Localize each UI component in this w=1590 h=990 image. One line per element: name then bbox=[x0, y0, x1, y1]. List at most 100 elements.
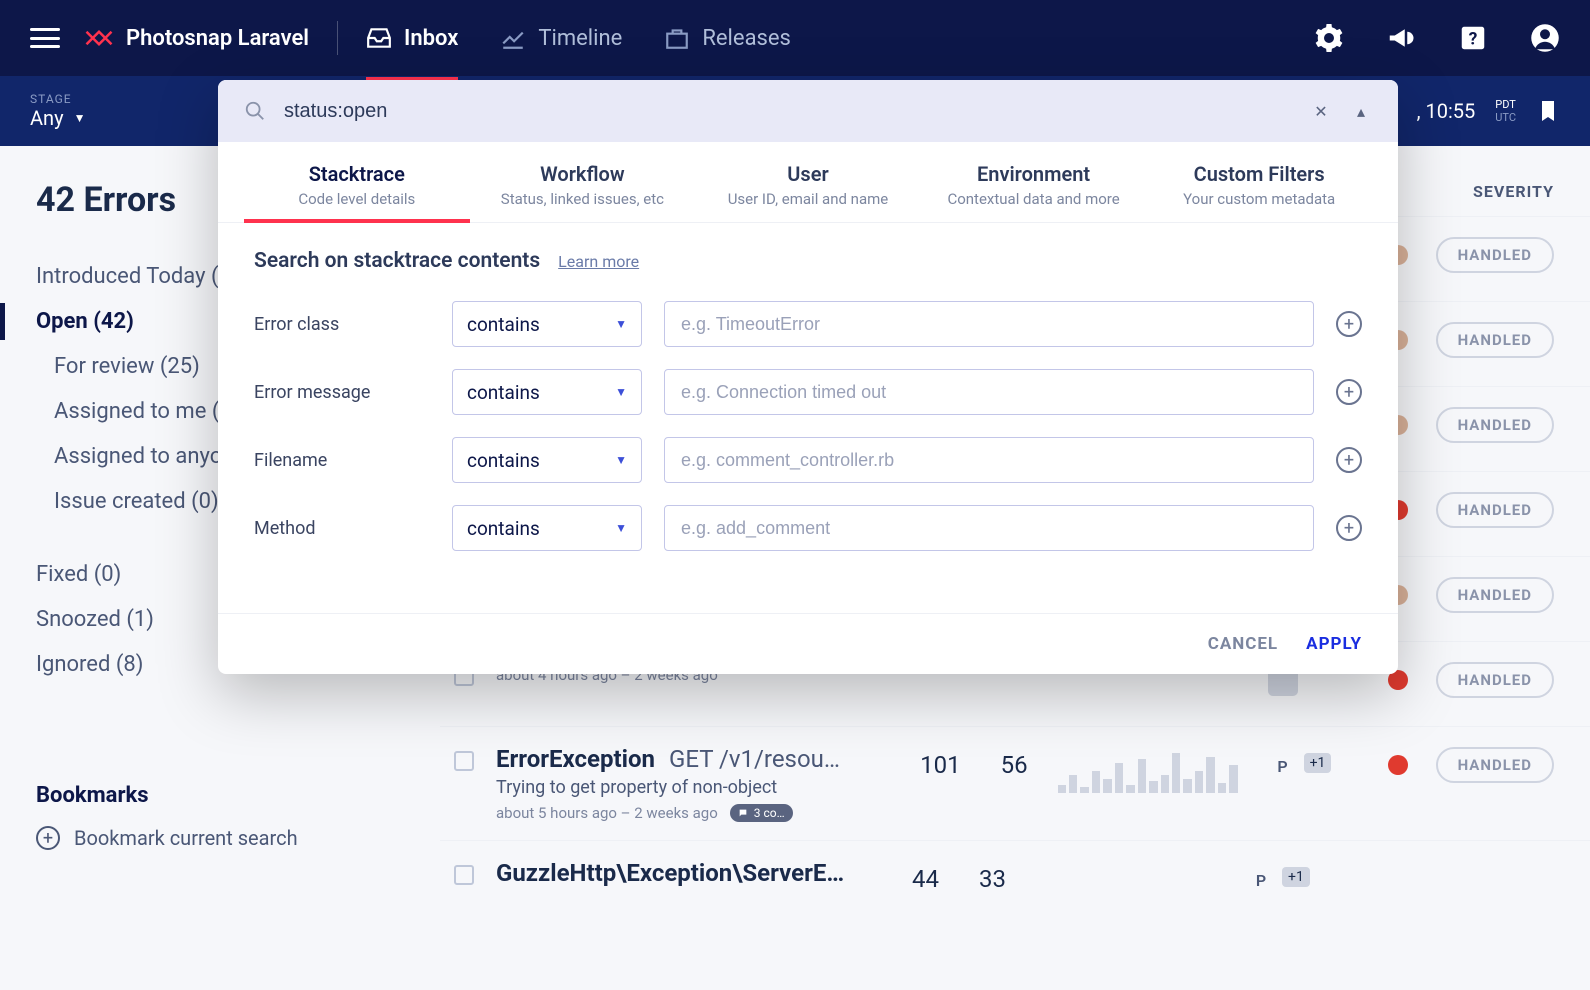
field-input[interactable] bbox=[664, 369, 1314, 415]
tab-title: Stacktrace bbox=[244, 162, 470, 186]
operator-select[interactable]: contains▼ bbox=[452, 505, 642, 551]
title-line: GuzzleHttp\Exception\ServerE… bbox=[496, 859, 882, 887]
handled-badge: HANDLED bbox=[1436, 577, 1554, 613]
tab-subtitle: User ID, email and name bbox=[695, 190, 921, 208]
form-row-filename: Filename contains▼ + bbox=[254, 437, 1362, 483]
row-checkbox[interactable] bbox=[454, 751, 474, 771]
handled-badge: HANDLED bbox=[1436, 492, 1554, 528]
nav-tab-releases[interactable]: Releases bbox=[664, 0, 791, 76]
modal-tabs: Stacktrace Code level detailsWorkflow St… bbox=[218, 142, 1398, 223]
modal-tab-workflow[interactable]: Workflow Status, linked issues, etc bbox=[470, 142, 696, 222]
field-input[interactable] bbox=[664, 301, 1314, 347]
comments-pill: 3 co… bbox=[730, 804, 793, 822]
form-row-method: Method contains▼ + bbox=[254, 505, 1362, 551]
operator-select[interactable]: contains▼ bbox=[452, 301, 642, 347]
tab-subtitle: Code level details bbox=[244, 190, 470, 208]
handled-badge: HANDLED bbox=[1436, 237, 1554, 273]
title-line: ErrorException GET /v1/resou… bbox=[496, 745, 890, 773]
handled-badge: HANDLED bbox=[1436, 322, 1554, 358]
stage-value: Any▼ bbox=[30, 106, 85, 130]
assignee-avatar: P bbox=[1268, 751, 1298, 781]
brand-logo-icon bbox=[84, 23, 114, 53]
nav-tab-timeline[interactable]: Timeline bbox=[500, 0, 622, 76]
operator-select[interactable]: contains▼ bbox=[452, 369, 642, 415]
modal-tab-user[interactable]: User User ID, email and name bbox=[695, 142, 921, 222]
top-navbar: Photosnap Laravel Inbox Timeline Release… bbox=[0, 0, 1590, 76]
tab-title: Custom Filters bbox=[1146, 162, 1372, 186]
add-condition-button[interactable]: + bbox=[1336, 311, 1362, 337]
svg-text:?: ? bbox=[1469, 29, 1478, 49]
tab-title: Workflow bbox=[470, 162, 696, 186]
search-filters-modal: ✕ ▴ Stacktrace Code level detailsWorkflo… bbox=[218, 80, 1398, 674]
modal-tab-environment[interactable]: Environment Contextual data and more bbox=[921, 142, 1147, 222]
row-checkbox[interactable] bbox=[454, 865, 474, 885]
field-label: Error message bbox=[254, 382, 430, 403]
settings-icon[interactable] bbox=[1314, 23, 1344, 53]
search-icon bbox=[244, 100, 266, 122]
bookmarks-heading: Bookmarks bbox=[36, 783, 404, 808]
tab-subtitle: Your custom metadata bbox=[1146, 190, 1372, 208]
add-condition-button[interactable]: + bbox=[1336, 515, 1362, 541]
megaphone-icon[interactable] bbox=[1386, 23, 1416, 53]
tab-title: User bbox=[695, 162, 921, 186]
nav-tabs: Inbox Timeline Releases bbox=[366, 0, 791, 76]
field-input[interactable] bbox=[664, 505, 1314, 551]
inbox-icon bbox=[366, 25, 392, 51]
counts: 10156 bbox=[920, 751, 1027, 779]
search-bar: ✕ ▴ bbox=[218, 80, 1398, 142]
error-row[interactable]: GuzzleHttp\Exception\ServerE… 4433 P+1 bbox=[440, 840, 1590, 925]
stage-selector[interactable]: STAGE Any▼ bbox=[30, 92, 85, 130]
tab-subtitle: Status, linked issues, etc bbox=[470, 190, 696, 208]
field-label: Method bbox=[254, 518, 430, 539]
handled-badge: HANDLED bbox=[1436, 662, 1554, 698]
tab-subtitle: Contextual data and more bbox=[921, 190, 1147, 208]
more-assignees: +1 bbox=[1304, 753, 1332, 773]
plus-circle-icon: + bbox=[36, 826, 60, 850]
account-icon[interactable] bbox=[1530, 23, 1560, 53]
nav-tab-inbox[interactable]: Inbox bbox=[366, 0, 458, 76]
add-condition-button[interactable]: + bbox=[1336, 379, 1362, 405]
modal-tab-stacktrace[interactable]: Stacktrace Code level details bbox=[244, 142, 470, 222]
nav-tab-label: Timeline bbox=[538, 26, 622, 51]
row-detail: ErrorException GET /v1/resou… Trying to … bbox=[496, 745, 910, 822]
counts: 4433 bbox=[912, 865, 1006, 893]
collapse-button[interactable]: ▴ bbox=[1350, 100, 1372, 122]
brand-name[interactable]: Photosnap Laravel bbox=[126, 26, 309, 51]
add-condition-button[interactable]: + bbox=[1336, 447, 1362, 473]
severity-header: SEVERITY bbox=[1473, 182, 1554, 201]
error-class: ErrorException bbox=[496, 745, 655, 773]
form-rows: Error class contains▼ + Error message co… bbox=[254, 301, 1362, 551]
row-detail: GuzzleHttp\Exception\ServerE… bbox=[496, 859, 902, 893]
error-meta: about 5 hours ago – 2 weeks ago 3 co… bbox=[496, 804, 890, 822]
cancel-button[interactable]: CANCEL bbox=[1208, 634, 1278, 654]
assignee-cell: P +1 bbox=[1268, 745, 1348, 781]
stage-label: STAGE bbox=[30, 92, 85, 106]
menu-toggle[interactable] bbox=[30, 28, 60, 48]
nav-tab-label: Releases bbox=[702, 26, 791, 51]
body-head: Search on stacktrace contents Learn more bbox=[254, 249, 1362, 273]
assignee-cell: P+1 bbox=[1246, 859, 1326, 895]
nav-right: ? bbox=[1314, 23, 1560, 53]
bookmark-icon[interactable] bbox=[1536, 96, 1560, 126]
apply-button[interactable]: APPLY bbox=[1306, 634, 1362, 654]
field-label: Filename bbox=[254, 450, 430, 471]
modal-tab-custom-filters[interactable]: Custom Filters Your custom metadata bbox=[1146, 142, 1372, 222]
timezone-display: PDT UTC bbox=[1495, 98, 1516, 124]
form-row-error-class: Error class contains▼ + bbox=[254, 301, 1362, 347]
operator-select[interactable]: contains▼ bbox=[452, 437, 642, 483]
sparkline bbox=[1036, 863, 1216, 907]
timeline-icon bbox=[500, 25, 526, 51]
field-input[interactable] bbox=[664, 437, 1314, 483]
error-message: Trying to get property of non-object bbox=[496, 777, 890, 798]
bookmark-current-search[interactable]: + Bookmark current search bbox=[36, 826, 404, 850]
help-icon[interactable]: ? bbox=[1458, 23, 1488, 53]
search-input[interactable] bbox=[284, 100, 1292, 123]
learn-more-link[interactable]: Learn more bbox=[558, 252, 639, 271]
error-row[interactable]: ErrorException GET /v1/resou… Trying to … bbox=[440, 726, 1590, 840]
error-path: GET /v1/resou… bbox=[669, 745, 840, 773]
form-row-error-message: Error message contains▼ + bbox=[254, 369, 1362, 415]
assignee-avatar: P bbox=[1246, 865, 1276, 895]
clear-search-button[interactable]: ✕ bbox=[1310, 100, 1332, 122]
body-title: Search on stacktrace contents bbox=[254, 249, 540, 273]
modal-footer: CANCEL APPLY bbox=[218, 613, 1398, 674]
